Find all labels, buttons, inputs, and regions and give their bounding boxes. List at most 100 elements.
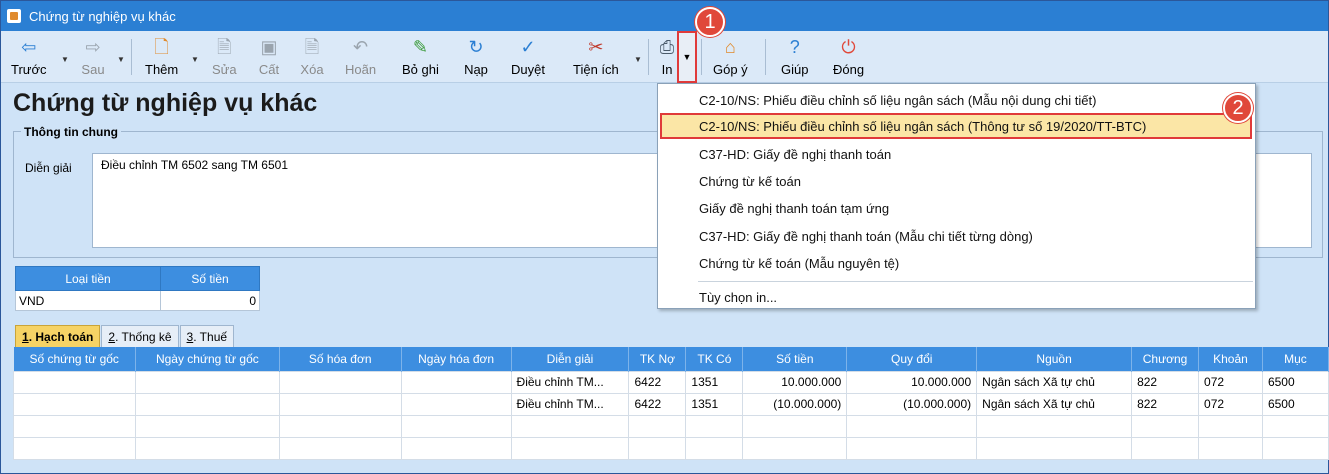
table-cell[interactable] xyxy=(13,392,136,416)
table-cell[interactable] xyxy=(685,414,744,438)
currency-type-cell[interactable]: VND xyxy=(15,290,161,311)
column-header[interactable]: Quy đổi xyxy=(846,347,978,371)
table-cell[interactable]: 822 xyxy=(1131,392,1200,416)
table-cell[interactable] xyxy=(1261,436,1329,460)
print-dropdown-button[interactable]: ▼ xyxy=(677,31,697,83)
table-cell[interactable] xyxy=(400,392,512,416)
table-cell[interactable]: 6500 xyxy=(1261,392,1329,416)
tab-tax[interactable]: 3. Thuế xyxy=(179,325,235,347)
forward-button[interactable]: ⇨ Sau xyxy=(81,33,105,81)
table-cell[interactable]: 6500 xyxy=(1261,370,1329,394)
table-cell[interactable] xyxy=(400,370,512,394)
table-cell[interactable] xyxy=(742,436,848,460)
feedback-button[interactable]: ⌂ Góp ý xyxy=(713,33,748,81)
column-header[interactable]: Nguồn xyxy=(976,347,1133,371)
column-header[interactable]: TK Có xyxy=(685,347,744,371)
column-header[interactable]: Diễn giải xyxy=(511,347,630,371)
undo-button[interactable]: ↶ Hoãn xyxy=(345,33,376,81)
table-cell[interactable] xyxy=(134,392,280,416)
table-row[interactable] xyxy=(13,436,1329,460)
table-cell[interactable] xyxy=(134,414,280,438)
column-header[interactable]: Số hóa đơn xyxy=(279,347,402,371)
table-row[interactable]: Điều chỉnh TM... 6422 1351 10.000.000 10… xyxy=(13,370,1329,394)
table-cell[interactable] xyxy=(278,370,402,394)
table-cell[interactable] xyxy=(628,414,687,438)
add-button[interactable]: 🗋 Thêm xyxy=(145,33,178,81)
menu-item-c37-hd[interactable]: C37-HD: Giấy đề nghị thanh toán xyxy=(658,141,1255,167)
table-cell[interactable] xyxy=(1198,436,1263,460)
close-button[interactable]: ⏻ Đóng xyxy=(833,33,864,81)
table-cell[interactable]: (10.000.000) xyxy=(742,392,848,416)
table-cell[interactable]: 1351 xyxy=(685,370,744,394)
table-cell[interactable]: 10.000.000 xyxy=(742,370,848,394)
tab-accounting[interactable]: 1. Hạch toán xyxy=(15,325,101,347)
table-cell[interactable] xyxy=(1131,436,1200,460)
table-cell[interactable] xyxy=(742,414,848,438)
column-header[interactable]: TK Nợ xyxy=(628,347,687,371)
table-cell[interactable] xyxy=(278,414,402,438)
add-dropdown-icon[interactable]: ▼ xyxy=(191,55,199,64)
help-button[interactable]: ? Giúp xyxy=(781,33,808,81)
table-cell[interactable] xyxy=(846,414,978,438)
menu-item-accounting-voucher[interactable]: Chứng từ kế toán xyxy=(658,168,1255,194)
table-cell[interactable] xyxy=(400,436,512,460)
table-cell[interactable]: 072 xyxy=(1198,392,1263,416)
menu-item-c2-10-circular-19[interactable]: C2-10/NS: Phiếu điều chỉnh số liệu ngân … xyxy=(660,113,1252,139)
table-cell[interactable]: 10.000.000 xyxy=(846,370,978,394)
table-cell[interactable] xyxy=(13,370,136,394)
menu-item-print-options[interactable]: Tùy chọn in... xyxy=(658,284,1255,310)
table-cell[interactable]: 6422 xyxy=(628,392,687,416)
table-cell[interactable] xyxy=(400,414,512,438)
table-cell[interactable] xyxy=(278,436,402,460)
table-cell[interactable]: (10.000.000) xyxy=(846,392,978,416)
reload-button[interactable]: ↻ Nạp xyxy=(464,33,488,81)
column-header[interactable]: Ngày chứng từ gốc xyxy=(135,347,280,371)
utilities-dropdown-icon[interactable]: ▼ xyxy=(634,55,642,64)
print-button[interactable]: ⎙ In xyxy=(655,33,679,81)
back-button[interactable]: ⇦ Trước xyxy=(11,33,47,81)
table-cell[interactable] xyxy=(1131,414,1200,438)
table-cell[interactable] xyxy=(510,414,630,438)
table-cell[interactable]: Điều chỉnh TM... xyxy=(510,370,630,394)
table-cell[interactable]: Điều chỉnh TM... xyxy=(510,392,630,416)
table-cell[interactable] xyxy=(278,392,402,416)
table-cell[interactable] xyxy=(510,436,630,460)
table-cell[interactable]: 072 xyxy=(1198,370,1263,394)
utilities-button[interactable]: ✂ Tiện ích xyxy=(573,33,619,81)
table-cell[interactable]: 822 xyxy=(1131,370,1200,394)
column-header[interactable]: Số tiền xyxy=(742,347,848,371)
table-cell[interactable] xyxy=(976,436,1133,460)
table-cell[interactable] xyxy=(1261,414,1329,438)
table-row[interactable] xyxy=(13,414,1329,438)
table-cell[interactable] xyxy=(134,436,280,460)
column-header[interactable]: Ngày hóa đơn xyxy=(401,347,512,371)
table-cell[interactable] xyxy=(976,414,1133,438)
column-header[interactable]: Mục xyxy=(1262,347,1329,371)
table-cell[interactable] xyxy=(13,414,136,438)
save-button[interactable]: ▣ Cất xyxy=(257,33,281,81)
menu-item-accounting-voucher-original-currency[interactable]: Chứng từ kế toán (Mẫu nguyên tệ) xyxy=(658,250,1255,276)
approve-button[interactable]: ✓ Duyệt xyxy=(511,33,545,81)
table-cell[interactable] xyxy=(13,436,136,460)
edit-button[interactable]: 🗎 Sửa xyxy=(212,33,237,81)
table-cell[interactable] xyxy=(1198,414,1263,438)
table-cell[interactable]: 6422 xyxy=(628,370,687,394)
forward-dropdown-icon[interactable]: ▼ xyxy=(117,55,125,64)
table-cell[interactable] xyxy=(685,436,744,460)
table-cell[interactable] xyxy=(134,370,280,394)
menu-item-c2-10-detail[interactable]: C2-10/NS: Phiếu điều chỉnh số liệu ngân … xyxy=(658,87,1255,113)
table-cell[interactable] xyxy=(628,436,687,460)
delete-button[interactable]: 🗎 Xóa xyxy=(300,33,324,81)
table-row[interactable]: Điều chỉnh TM... 6422 1351 (10.000.000) … xyxy=(13,392,1329,416)
menu-item-c37-hd-line-detail[interactable]: C37-HD: Giấy đề nghị thanh toán (Mẫu chi… xyxy=(658,223,1255,249)
table-cell[interactable]: Ngân sách Xã tự chủ xyxy=(976,370,1133,394)
table-cell[interactable]: 1351 xyxy=(685,392,744,416)
unpost-button[interactable]: ✎ Bỏ ghi xyxy=(402,33,439,81)
menu-item-advance-payment-request[interactable]: Giấy đề nghị thanh toán tạm ứng xyxy=(658,195,1255,221)
column-header[interactable]: Khoản xyxy=(1198,347,1263,371)
back-dropdown-icon[interactable]: ▼ xyxy=(61,55,69,64)
amount-cell[interactable]: 0 xyxy=(160,290,260,311)
table-cell[interactable] xyxy=(846,436,978,460)
column-header[interactable]: Số chứng từ gốc xyxy=(13,347,136,371)
tab-statistics[interactable]: 2. Thống kê xyxy=(101,325,179,347)
